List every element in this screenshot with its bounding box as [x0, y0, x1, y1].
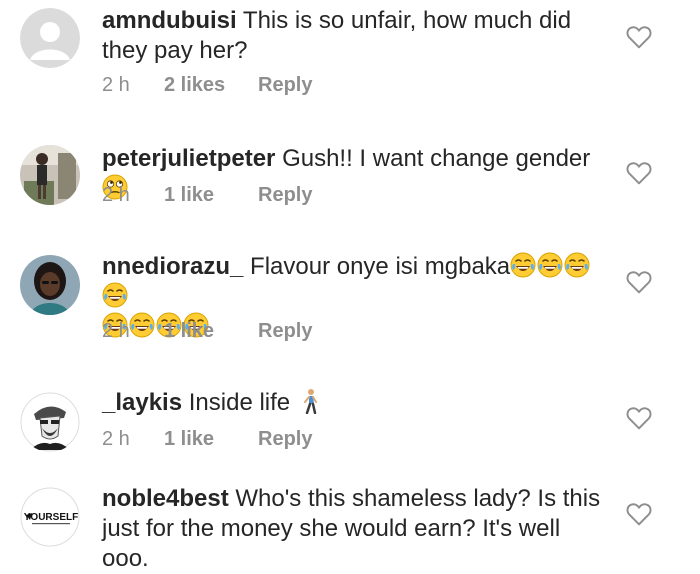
comment-text-block: noble4best Who's this shameless lady? Is… [102, 484, 612, 574]
reply-button[interactable]: Reply [258, 184, 312, 207]
comment-username[interactable]: peterjulietpeter [102, 145, 275, 172]
comment-meta: 2 h 2 likes Reply [102, 74, 312, 97]
comment-meta: 2 h 1 like Reply [102, 184, 312, 207]
comment-likes[interactable]: 1 like [164, 320, 258, 343]
tears-of-joy-emoji-icon [564, 252, 590, 278]
comment-text: Flavour onye isi mgbaka [250, 253, 511, 280]
tears-of-joy-emoji-icon [537, 252, 563, 278]
heart-outline-icon[interactable] [626, 406, 652, 430]
comment-text: Inside life [188, 389, 291, 416]
reply-button[interactable]: Reply [258, 320, 312, 343]
comment-time: 2 h [102, 184, 130, 206]
comment-username[interactable]: nnediorazu_ [102, 253, 243, 280]
illustration-avatar [20, 392, 80, 452]
heart-outline-icon[interactable] [626, 502, 652, 526]
comment-username[interactable]: noble4best [102, 485, 229, 512]
comment-username[interactable]: amndubuisi [102, 7, 237, 34]
avatar[interactable]: YOURSELF [20, 487, 80, 547]
reply-button[interactable]: Reply [258, 74, 312, 97]
avatar[interactable] [20, 8, 80, 68]
comment-meta: 2 h 1 like Reply [102, 320, 312, 343]
heart-outline-icon[interactable] [626, 270, 652, 294]
heart-outline-icon[interactable] [626, 161, 652, 185]
comment-text-block: _laykis Inside life [102, 388, 612, 418]
photo-avatar [20, 255, 80, 315]
comment-meta: 2 h 1 like Reply [102, 428, 312, 451]
heart-outline-icon[interactable] [626, 25, 652, 49]
photo-avatar [20, 145, 80, 205]
tears-of-joy-emoji-icon [510, 252, 536, 278]
tears-of-joy-emoji-icon [102, 282, 128, 308]
comment-time: 2 h [102, 428, 130, 450]
comment-text: Gush!! I want change gender [282, 145, 591, 172]
comment-time: 2 h [102, 320, 130, 342]
walking-person-emoji-icon [303, 389, 317, 414]
avatar[interactable] [20, 392, 80, 452]
avatar[interactable] [20, 255, 80, 315]
reply-button[interactable]: Reply [258, 428, 312, 451]
comment-likes[interactable]: 2 likes [164, 74, 258, 97]
yourself-logo-avatar: YOURSELF [20, 487, 80, 547]
comment-time: 2 h [102, 74, 130, 96]
avatar[interactable] [20, 145, 80, 205]
comment-likes[interactable]: 1 like [164, 184, 258, 207]
comment-text-block: amndubuisi This is so unfair, how much d… [102, 6, 612, 66]
avatar-logo-text: YOURSELF [24, 512, 78, 523]
comment-username[interactable]: _laykis [102, 389, 182, 416]
default-avatar-icon [20, 8, 80, 68]
comment-likes[interactable]: 1 like [164, 428, 258, 451]
